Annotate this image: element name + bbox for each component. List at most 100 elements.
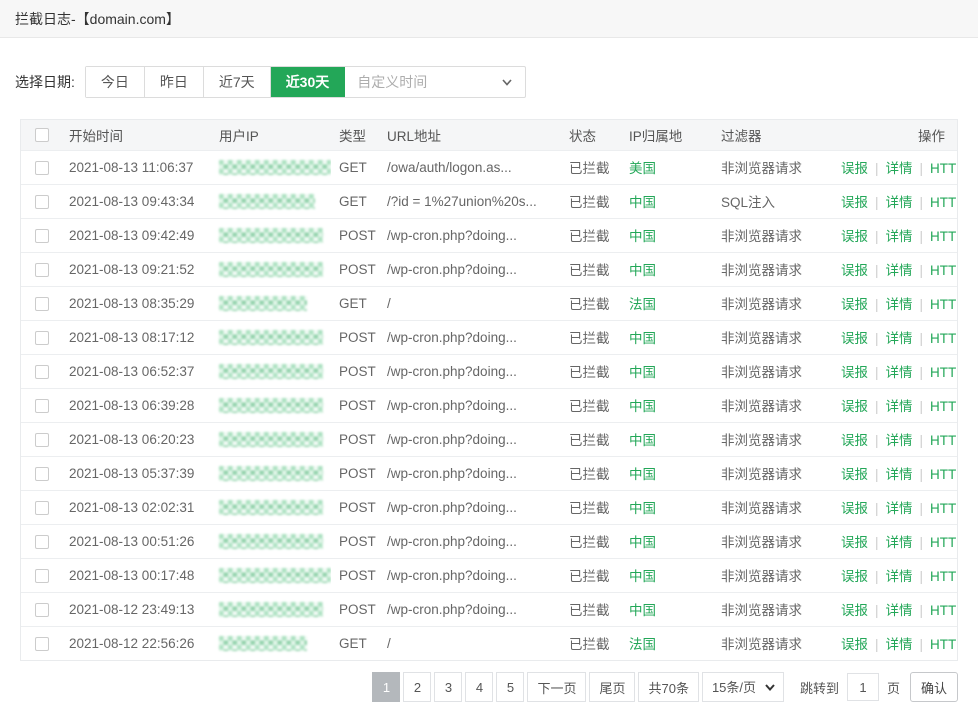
- row-checkbox[interactable]: [35, 467, 49, 481]
- table-row: 2021-08-13 08:35:29 GET / 已拦截 法国 非浏览器请求 …: [21, 286, 957, 320]
- redacted-ip: [219, 636, 307, 651]
- action-separator: |: [875, 603, 879, 618]
- row-checkbox[interactable]: [35, 603, 49, 617]
- cell-url: /wp-cron.php?doing...: [379, 558, 561, 592]
- action-misreport-link[interactable]: 误报: [841, 365, 868, 380]
- page-button-4[interactable]: 4: [465, 672, 493, 702]
- action-details-link[interactable]: 详情: [886, 331, 913, 346]
- date-range-button-3[interactable]: 近30天: [271, 67, 346, 97]
- jump-page-input[interactable]: [847, 673, 879, 701]
- action-http-link[interactable]: HTTP: [930, 535, 957, 550]
- row-checkbox[interactable]: [35, 569, 49, 583]
- row-checkbox[interactable]: [35, 399, 49, 413]
- cell-method: POST: [331, 252, 379, 286]
- action-misreport-link[interactable]: 误报: [841, 331, 868, 346]
- action-separator: |: [875, 501, 879, 516]
- row-checkbox[interactable]: [35, 433, 49, 447]
- action-misreport-link[interactable]: 误报: [841, 535, 868, 550]
- action-http-link[interactable]: HTTP: [930, 569, 957, 584]
- action-misreport-link[interactable]: 误报: [841, 569, 868, 584]
- select-all-checkbox[interactable]: [35, 128, 49, 142]
- action-http-link[interactable]: HTTP: [930, 229, 957, 244]
- cell-start-time: 2021-08-12 23:49:13: [61, 592, 211, 626]
- page-button-1[interactable]: 1: [372, 672, 400, 702]
- action-http-link[interactable]: HTTP: [930, 297, 957, 312]
- last-page-button[interactable]: 尾页: [589, 672, 635, 702]
- action-separator: |: [875, 331, 879, 346]
- row-checkbox[interactable]: [35, 195, 49, 209]
- row-checkbox[interactable]: [35, 161, 49, 175]
- action-http-link[interactable]: HTTP: [930, 433, 957, 448]
- next-page-button[interactable]: 下一页: [527, 672, 586, 702]
- cell-url: /wp-cron.php?doing...: [379, 320, 561, 354]
- action-misreport-link[interactable]: 误报: [841, 263, 868, 278]
- row-checkbox[interactable]: [35, 637, 49, 651]
- table-row: 2021-08-13 08:17:12 POST /wp-cron.php?do…: [21, 320, 957, 354]
- row-checkbox[interactable]: [35, 331, 49, 345]
- action-misreport-link[interactable]: 误报: [841, 161, 868, 176]
- action-details-link[interactable]: 详情: [886, 501, 913, 516]
- action-details-link[interactable]: 详情: [886, 637, 913, 652]
- cell-filter: 非浏览器请求: [713, 626, 833, 660]
- cell-method: GET: [331, 286, 379, 320]
- action-details-link[interactable]: 详情: [886, 467, 913, 482]
- cell-status: 已拦截: [561, 150, 621, 184]
- action-details-link[interactable]: 详情: [886, 399, 913, 414]
- row-checkbox[interactable]: [35, 229, 49, 243]
- row-checkbox[interactable]: [35, 365, 49, 379]
- action-misreport-link[interactable]: 误报: [841, 229, 868, 244]
- action-http-link[interactable]: HTTP: [930, 467, 957, 482]
- action-http-link[interactable]: HTTP: [930, 399, 957, 414]
- cell-url: /wp-cron.php?doing...: [379, 354, 561, 388]
- action-misreport-link[interactable]: 误报: [841, 501, 868, 516]
- action-http-link[interactable]: HTTP: [930, 263, 957, 278]
- page-button-5[interactable]: 5: [496, 672, 524, 702]
- action-separator: |: [875, 535, 879, 550]
- action-http-link[interactable]: HTTP: [930, 161, 957, 176]
- action-misreport-link[interactable]: 误报: [841, 603, 868, 618]
- action-details-link[interactable]: 详情: [886, 263, 913, 278]
- action-details-link[interactable]: 详情: [886, 229, 913, 244]
- cell-actions: 误报|详情|HTTP: [833, 320, 957, 354]
- action-misreport-link[interactable]: 误报: [841, 297, 868, 312]
- action-http-link[interactable]: HTTP: [930, 365, 957, 380]
- row-checkbox[interactable]: [35, 263, 49, 277]
- row-checkbox[interactable]: [35, 297, 49, 311]
- action-misreport-link[interactable]: 误报: [841, 195, 868, 210]
- row-checkbox[interactable]: [35, 535, 49, 549]
- action-http-link[interactable]: HTTP: [930, 195, 957, 210]
- page-button-2[interactable]: 2: [403, 672, 431, 702]
- action-details-link[interactable]: 详情: [886, 603, 913, 618]
- action-details-link[interactable]: 详情: [886, 297, 913, 312]
- page-size-select[interactable]: 15条/页: [702, 672, 784, 702]
- action-misreport-link[interactable]: 误报: [841, 467, 868, 482]
- redacted-ip: [219, 500, 323, 515]
- action-details-link[interactable]: 详情: [886, 365, 913, 380]
- cell-actions: 误报|详情|HTTP: [833, 184, 957, 218]
- date-range-button-0[interactable]: 今日: [86, 67, 145, 97]
- redacted-ip: [219, 364, 323, 379]
- page-button-3[interactable]: 3: [434, 672, 462, 702]
- action-misreport-link[interactable]: 误报: [841, 399, 868, 414]
- date-range-button-1[interactable]: 昨日: [145, 67, 204, 97]
- confirm-button[interactable]: 确认: [910, 672, 958, 702]
- action-details-link[interactable]: 详情: [886, 161, 913, 176]
- action-misreport-link[interactable]: 误报: [841, 637, 868, 652]
- action-http-link[interactable]: HTTP: [930, 603, 957, 618]
- cell-ip-location: 中国: [621, 558, 713, 592]
- action-details-link[interactable]: 详情: [886, 195, 913, 210]
- action-separator: |: [920, 535, 924, 550]
- action-http-link[interactable]: HTTP: [930, 637, 957, 652]
- cell-filter: 非浏览器请求: [713, 490, 833, 524]
- date-range-button-2[interactable]: 近7天: [204, 67, 271, 97]
- cell-ip-location: 中国: [621, 456, 713, 490]
- action-http-link[interactable]: HTTP: [930, 331, 957, 346]
- action-details-link[interactable]: 详情: [886, 569, 913, 584]
- action-misreport-link[interactable]: 误报: [841, 433, 868, 448]
- cell-method: POST: [331, 320, 379, 354]
- action-http-link[interactable]: HTTP: [930, 501, 957, 516]
- custom-date-select[interactable]: 自定义时间: [345, 67, 525, 97]
- row-checkbox[interactable]: [35, 501, 49, 515]
- action-details-link[interactable]: 详情: [886, 535, 913, 550]
- action-details-link[interactable]: 详情: [886, 433, 913, 448]
